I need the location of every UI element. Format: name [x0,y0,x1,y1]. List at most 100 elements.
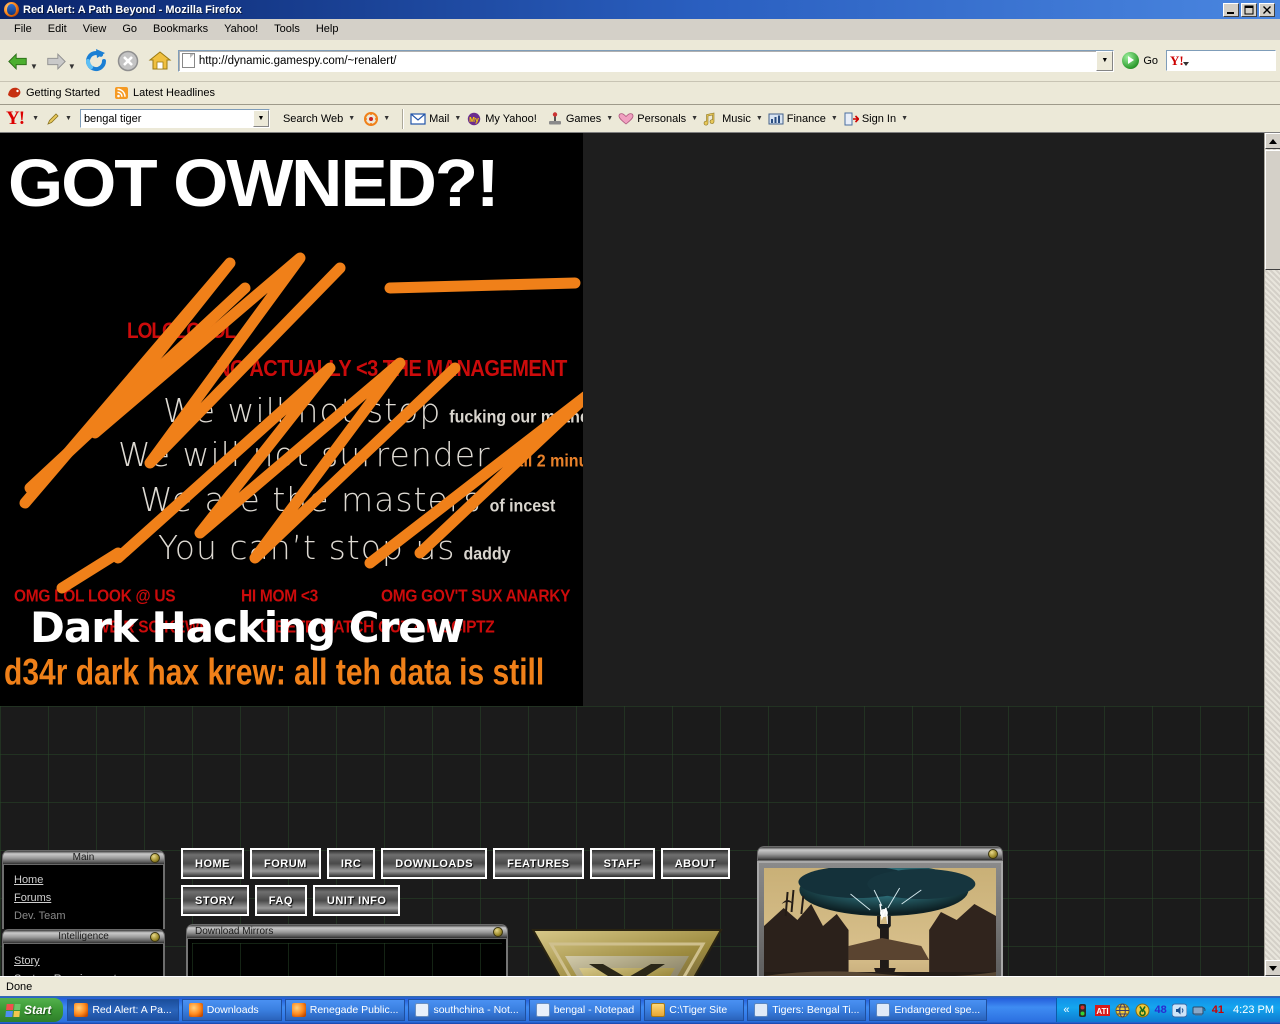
search-web-dropdown-icon[interactable]: ▼ [348,115,355,122]
forward-button[interactable] [42,47,70,75]
scroll-down-button[interactable] [1265,960,1280,976]
my-yahoo-button[interactable]: My My Yahoo! [466,112,537,126]
menu-file[interactable]: File [6,21,40,37]
start-button[interactable]: Start [0,998,63,1022]
tab-home[interactable]: HOME [181,848,244,879]
sidebar-group-main: Home Forums Dev. Team [2,865,165,929]
search-history-dropdown-icon[interactable]: ▼ [253,110,269,127]
tab-downloads[interactable]: DOWNLOADS [381,848,487,879]
taskbar-item-label: Renegade Public... [310,1004,399,1016]
music-button[interactable]: Music [703,112,751,126]
screenshot-panel: $ [757,846,1003,976]
menu-edit[interactable]: Edit [40,21,75,37]
pencil-dropdown-icon[interactable]: ▼ [65,115,72,122]
taskbar-item-endangered-species[interactable]: Endangered spe... [869,999,987,1021]
sign-in-dropdown-icon[interactable]: ▼ [901,115,908,122]
search-input[interactable] [81,113,253,125]
menu-bookmarks[interactable]: Bookmarks [145,21,216,37]
defacement-body: d34r dark hax krew: all teh data is stil… [4,643,582,706]
menu-yahoo[interactable]: Yahoo! [216,21,266,37]
minimize-button[interactable] [1223,3,1239,17]
scroll-up-button[interactable] [1265,133,1280,149]
menu-help[interactable]: Help [308,21,347,37]
games-dropdown-icon[interactable]: ▼ [606,115,613,122]
panel-stud-icon [150,932,160,942]
url-dropdown-icon[interactable]: ▼ [1096,51,1113,71]
taskbar-item-bengal-notepad[interactable]: bengal - Notepad [529,999,642,1021]
menu-go[interactable]: Go [114,21,145,37]
personals-button[interactable]: Personals [618,112,686,126]
taskbar-item-southchina-notepad[interactable]: southchina - Not... [408,999,525,1021]
navigation-toolbar: ▼ ▼ ▼ [0,40,1280,82]
manifesto-sub: until 2 minutes pass [499,452,583,472]
yahoo-search-box[interactable]: Y! [1166,50,1276,71]
page-icon [182,53,195,68]
firefox-icon [189,1003,203,1017]
scrollbar-thumb[interactable] [1265,150,1280,270]
maximize-button[interactable] [1241,3,1257,17]
target-icon[interactable] [364,112,378,126]
taskbar-item-red-alert[interactable]: Red Alert: A Pa... [67,999,178,1021]
bookmark-getting-started[interactable]: Getting Started [7,86,100,100]
music-dropdown-icon[interactable]: ▼ [756,115,763,122]
tray-expand-icon[interactable]: « [1063,1004,1069,1016]
taskbar-item-downloads[interactable]: Downloads [182,999,282,1021]
pencil-icon[interactable] [46,112,60,126]
go-button[interactable]: Go [1122,52,1158,69]
network-icon[interactable] [1192,1003,1207,1018]
menu-view[interactable]: View [75,21,115,37]
stop-icon[interactable] [115,48,141,74]
home-icon[interactable] [147,48,173,74]
sidebar-item-forums[interactable]: Forums [4,889,163,907]
yahoo-logo-dropdown-icon[interactable]: ▼ [32,115,39,122]
finance-button[interactable]: Finance [768,112,826,126]
taskbar-item-tiger-site-folder[interactable]: C:\Tiger Site [644,999,744,1021]
tab-unit-info[interactable]: UNIT INFO [313,885,401,916]
yahoo-logo[interactable]: Y! [6,109,24,128]
tab-about[interactable]: ABOUT [661,848,731,879]
personals-dropdown-icon[interactable]: ▼ [691,115,698,122]
norton-icon[interactable] [1135,1003,1150,1018]
chart-icon [768,112,784,126]
url-input[interactable] [199,55,1096,67]
ati-icon[interactable]: ATI [1095,1003,1110,1018]
bookmark-label: Getting Started [26,87,100,99]
finance-dropdown-icon[interactable]: ▼ [831,115,838,122]
back-button[interactable] [4,47,32,75]
sidebar-item-dev-team: Dev. Team [4,907,163,925]
system-tray: « ATI 48 [1056,998,1280,1022]
bookmark-latest-headlines[interactable]: Latest Headlines [114,86,215,100]
manifesto-sub: fucking our mothers [449,408,583,428]
target-dropdown-icon[interactable]: ▼ [383,115,390,122]
tab-features[interactable]: FEATURES [493,848,583,879]
sidebar-item-home[interactable]: Home [4,871,163,889]
sidebar-item-story[interactable]: Story [4,952,163,970]
firefox-bookmark-icon [7,86,22,100]
yahoo-search-input-wrap[interactable]: ▼ [80,109,270,128]
tab-faq[interactable]: FAQ [255,885,307,916]
traffic-light-icon[interactable] [1075,1003,1090,1018]
search-web-button[interactable]: Search Web [283,113,343,125]
tab-irc[interactable]: IRC [327,848,375,879]
tab-staff[interactable]: STAFF [590,848,655,879]
go-label: Go [1143,55,1158,67]
taskbar-item-tigers-bengal[interactable]: Tigers: Bengal Ti... [747,999,866,1021]
taskbar-item-renegade-public[interactable]: Renegade Public... [285,999,406,1021]
taskbar-item-label: Red Alert: A Pa... [92,1004,171,1016]
speaker-icon[interactable] [1172,1003,1187,1018]
page-viewport: GOT OWNED?! LOLOLOLOL NO ACTUALLY <3 THE… [0,133,1280,976]
yahoo-mail-button[interactable]: Mail [410,112,449,126]
reload-icon[interactable] [83,48,109,74]
taskbar-item-label: Endangered spe... [894,1004,980,1016]
tab-story[interactable]: STORY [181,885,249,916]
globe-icon[interactable] [1115,1003,1130,1018]
close-button[interactable] [1259,3,1275,17]
address-bar[interactable]: ▼ [178,50,1114,72]
tab-forum[interactable]: FORUM [250,848,321,879]
games-button[interactable]: Games [547,112,601,126]
sign-in-button[interactable]: Sign In [843,112,896,126]
menu-tools[interactable]: Tools [266,21,308,37]
page-scrollbar-vertical[interactable] [1264,133,1280,976]
body-seg: d34r dark hax krew: all teh data is stil… [4,653,544,706]
mail-dropdown-icon[interactable]: ▼ [454,115,461,122]
